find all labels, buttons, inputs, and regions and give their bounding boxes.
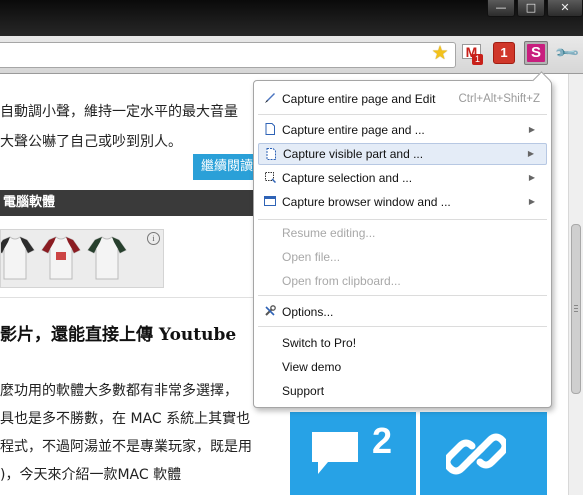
link-icon [446,433,506,475]
page-scrollbar[interactable] [568,74,583,495]
menu-item-label: Capture browser window and ... [282,195,451,209]
menu-item-label: View demo [282,360,342,374]
article-text-line: 自動調小聲，維持一定水平的最大音量 [0,104,238,120]
menu-item-capture-browser-window[interactable]: Capture browser window and ... ▶ [258,191,547,213]
menu-item-label: Capture entire page and Edit [282,92,436,106]
capture-extension-menu: Capture entire page and Edit Ctrl+Alt+Sh… [253,71,552,408]
menu-item-label: Capture visible part and ... [283,147,424,161]
menu-item-label: Open from clipboard... [282,274,401,288]
window-controls: — □ ✕ [485,0,583,17]
comment-bubble-icon [312,432,358,474]
pen-icon [265,93,275,103]
menu-item-options[interactable]: Options... [258,301,547,323]
menu-item-switch-to-pro[interactable]: Switch to Pro! [258,332,547,354]
menu-item-label: Capture entire page and ... [282,123,425,137]
window-titlebar: — □ ✕ [0,0,583,36]
menu-item-shortcut: Ctrl+Alt+Shift+Z [458,93,541,105]
tools-icon [265,305,276,316]
menu-item-label: Switch to Pro! [282,336,357,350]
ad-banner[interactable]: i [0,229,164,288]
menu-item-label: Capture selection and ... [282,171,413,185]
article-text-line: 大聲公嚇了自己或吵到別人。 [0,134,182,150]
maximize-button[interactable]: □ [517,0,545,17]
scroll-grip [574,305,578,306]
menu-separator [258,114,547,115]
address-bar[interactable] [0,42,456,68]
menu-item-capture-selection[interactable]: Capture selection and ... ▶ [258,167,547,189]
post-title[interactable]: 影片，還能直接上傳 Youtube [0,320,236,345]
menu-item-label: Options... [282,305,334,319]
comment-count: 2 [372,420,393,461]
scroll-grip [574,308,578,309]
red-extension-button[interactable]: 1 [493,42,515,64]
submenu-arrow-icon: ▶ [528,197,535,206]
article-text-line: 程式，不過阿湯並不是專業玩家，既是用 [0,439,252,455]
article-text-line: )，今天來介紹一款MAC 軟體 [0,467,182,483]
menu-item-open-from-clipboard: Open from clipboard... [258,270,547,292]
menu-item-capture-entire-page-and-edit[interactable]: Capture entire page and Edit Ctrl+Alt+Sh… [258,88,547,110]
menu-separator [258,219,547,220]
article-text-line: 麼功用的軟體大多數都有非常多選擇， [0,383,238,399]
selection-icon [265,172,276,183]
bookmark-star-icon[interactable]: ★ [430,43,450,63]
link-tile[interactable] [420,412,547,495]
ad-shirt-image [1,236,35,280]
comments-tile[interactable] [290,412,416,495]
scroll-grip [574,311,578,312]
menu-item-label: Resume editing... [282,226,376,240]
ad-shirt-image [87,236,127,280]
snagit-icon: S [527,44,545,62]
read-more-button[interactable]: 繼續閱讀 [193,154,255,180]
close-button[interactable]: ✕ [547,0,583,17]
menu-item-capture-visible-part[interactable]: Capture visible part and ... ▶ [258,143,547,165]
menu-item-support[interactable]: Support [258,380,547,402]
menu-separator [258,295,547,296]
submenu-arrow-icon: ▶ [528,125,535,134]
gmail-extension-button[interactable]: M 1 [462,42,484,65]
menu-item-view-demo[interactable]: View demo [258,356,547,378]
scrollbar-thumb[interactable] [571,224,581,394]
submenu-arrow-icon: ▶ [527,149,534,158]
window-icon [264,196,276,206]
screen-capture-extension-button[interactable]: S [524,41,548,65]
menu-item-resume-editing: Resume editing... [258,222,547,244]
menu-item-label: Open file... [282,250,341,264]
article-text-line: 具也是多不勝數，在 MAC 系統上其實也 [0,411,251,427]
visible-page-icon [266,148,276,160]
page-icon [265,123,275,135]
category-header[interactable]: 電腦軟體 [0,190,263,216]
menu-separator [258,326,547,327]
menu-item-label: Support [282,384,325,398]
menu-item-open-file: Open file... [258,246,547,268]
ad-shirt-image [41,236,81,280]
submenu-arrow-icon: ▶ [528,173,535,182]
ad-info-icon[interactable]: i [147,232,160,245]
gmail-unread-badge: 1 [472,54,483,65]
menu-item-capture-entire-page[interactable]: Capture entire page and ... ▶ [258,119,547,141]
divider [0,297,258,298]
minimize-button[interactable]: — [487,0,515,17]
